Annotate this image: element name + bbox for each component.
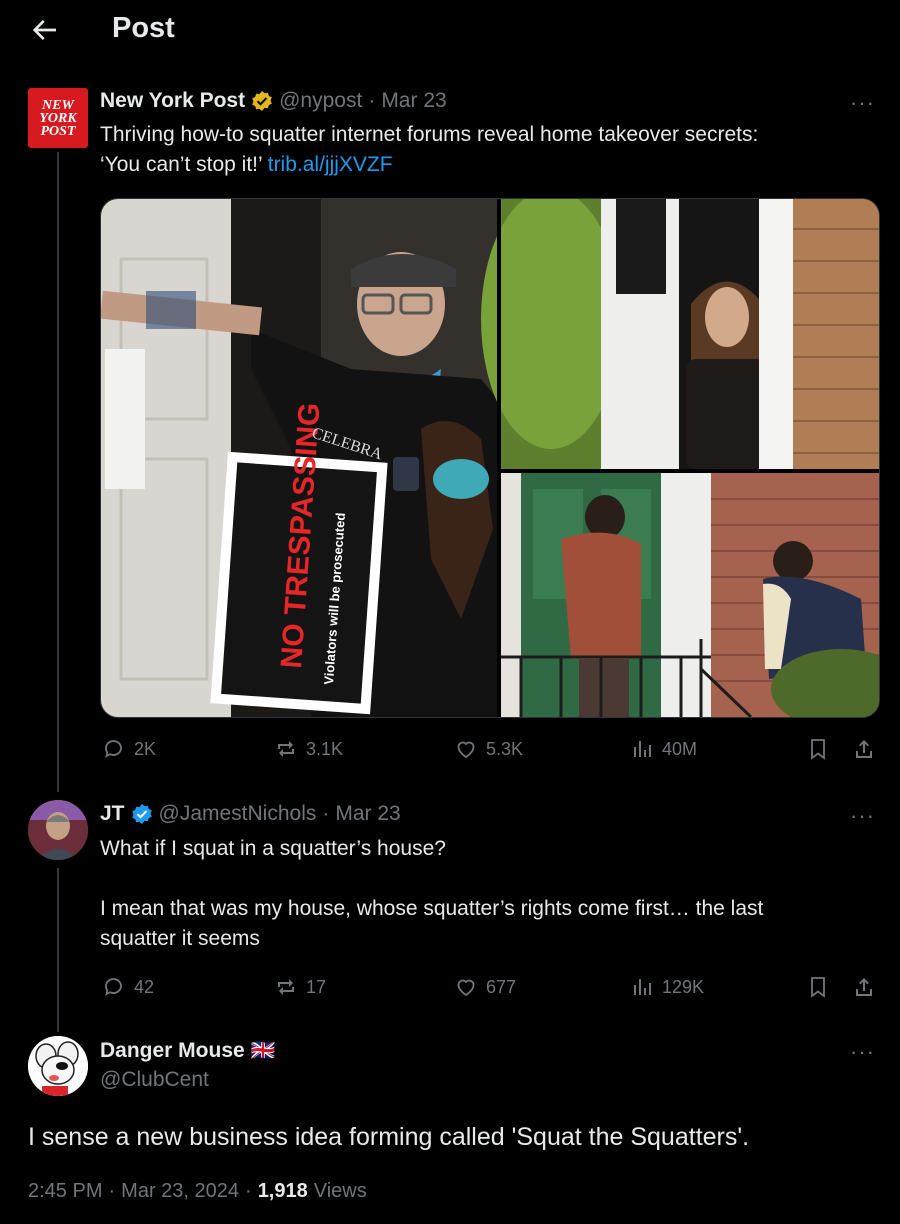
separator: · [368, 89, 376, 112]
repost-button[interactable]: 17 [274, 975, 326, 999]
like-count: 677 [486, 976, 517, 997]
post-text-line: Thriving how-to squatter internet forums… [100, 123, 759, 146]
heart-icon [457, 979, 475, 997]
separator: · [108, 1180, 116, 1202]
repost-count: 17 [306, 976, 327, 997]
back-arrow-icon[interactable] [28, 14, 60, 46]
reply-button[interactable]: 42 [102, 975, 154, 999]
bookmark-button[interactable] [806, 737, 830, 761]
verified-gold-badge-icon [251, 90, 273, 112]
post-meta: New York Post @nypost · Mar 23 [100, 89, 447, 113]
author-handle[interactable]: @nypost [279, 89, 362, 113]
main-post-text: I sense a new business idea forming call… [28, 1123, 750, 1151]
author-handle[interactable]: @JamestNichols [159, 802, 317, 826]
reply-icon [105, 740, 122, 758]
views-button[interactable]: 40M [630, 737, 697, 761]
author-handle[interactable]: @ClubCent [100, 1068, 209, 1092]
reply-button[interactable]: 2K [102, 737, 156, 761]
more-options-icon[interactable]: ··· [850, 803, 875, 829]
author-name[interactable]: New York Post [100, 89, 245, 113]
repost-icon [278, 741, 294, 757]
photo-woman-in-doorway[interactable] [481, 199, 879, 469]
share-button[interactable] [852, 737, 876, 761]
post-meta: Danger Mouse 🇬🇧 [100, 1038, 276, 1063]
share-icon [856, 740, 872, 758]
post-link[interactable]: trib.al/jjjXVZF [268, 153, 393, 176]
thread-line [57, 152, 59, 792]
logo-text-line: POST [40, 123, 76, 139]
views-count: 1,918 [257, 1180, 308, 1202]
post-text: What if I squat in a squatter’s house? I… [100, 834, 860, 954]
separator: · [245, 1180, 252, 1202]
reply-count: 2K [134, 738, 157, 759]
logo-text-line: YORK [39, 110, 77, 126]
avatar[interactable] [28, 800, 88, 860]
media-illustration: NO TRESPASSING Violators will be prosecu… [101, 199, 879, 717]
bookmark-button[interactable] [806, 975, 830, 999]
like-button[interactable]: 677 [454, 975, 516, 999]
repost-icon [278, 979, 294, 995]
post-time[interactable]: 2:45 PM [28, 1180, 102, 1203]
post-text: Thriving how-to squatter internet forums… [100, 120, 860, 180]
views-count: 129K [662, 976, 705, 997]
views-label: Views [313, 1180, 367, 1202]
post-text-segment: ‘You can’t stop it!’ [100, 153, 262, 176]
nypost-avatar[interactable]: NEW YORK POST [28, 88, 88, 148]
bookmark-icon [811, 977, 825, 998]
views-count: 40M [662, 738, 698, 759]
post-text-line: squatter it seems [100, 927, 260, 950]
header: Post [0, 0, 900, 64]
danger-mouse-avatar-icon [28, 1036, 88, 1096]
uk-flag-icon: 🇬🇧 [250, 1040, 276, 1062]
post-timestamp-row: 2:45 PM · Mar 23, 2024 · 1,918 Views [28, 1180, 367, 1203]
share-icon [856, 978, 872, 996]
author-name[interactable]: Danger Mouse [100, 1039, 245, 1063]
analytics-icon [634, 979, 651, 995]
post-text-line: ‘You can’t stop it!’ trib.al/jjjXVZF [100, 150, 860, 180]
avatar-photo [28, 800, 88, 860]
views-button[interactable]: 129K [630, 975, 704, 999]
post-text-line: I mean that was my house, whose squatter… [100, 897, 764, 920]
heart-icon [457, 741, 475, 759]
avatar[interactable] [28, 1036, 88, 1096]
like-count: 5.3K [486, 738, 524, 759]
more-options-icon[interactable]: ··· [850, 90, 875, 116]
post-meta: JT @JamestNichols · Mar 23 [100, 802, 401, 826]
verified-badge-icon [131, 803, 153, 825]
page-title: Post [112, 12, 175, 44]
bookmark-icon [811, 739, 825, 760]
post-date[interactable]: Mar 23, 2024 [121, 1180, 239, 1203]
logo-text-line: NEW [42, 97, 74, 113]
post-date[interactable]: Mar 23 [381, 89, 446, 113]
share-button[interactable] [852, 975, 876, 999]
photo-men-at-door[interactable] [501, 473, 879, 717]
author-name[interactable]: JT [100, 802, 125, 826]
separator: · [322, 802, 330, 825]
post-text-line: What if I squat in a squatter’s house? [100, 837, 446, 860]
repost-count: 3.1K [306, 738, 344, 759]
reply-icon [105, 978, 122, 996]
thread-line [57, 868, 59, 1032]
reply-count: 42 [134, 976, 155, 997]
post-media[interactable]: NO TRESPASSING Violators will be prosecu… [100, 198, 880, 718]
post-date[interactable]: Mar 23 [335, 802, 400, 826]
analytics-icon [634, 741, 651, 757]
repost-button[interactable]: 3.1K [274, 737, 343, 761]
more-options-icon[interactable]: ··· [850, 1039, 875, 1065]
like-button[interactable]: 5.3K [454, 737, 523, 761]
